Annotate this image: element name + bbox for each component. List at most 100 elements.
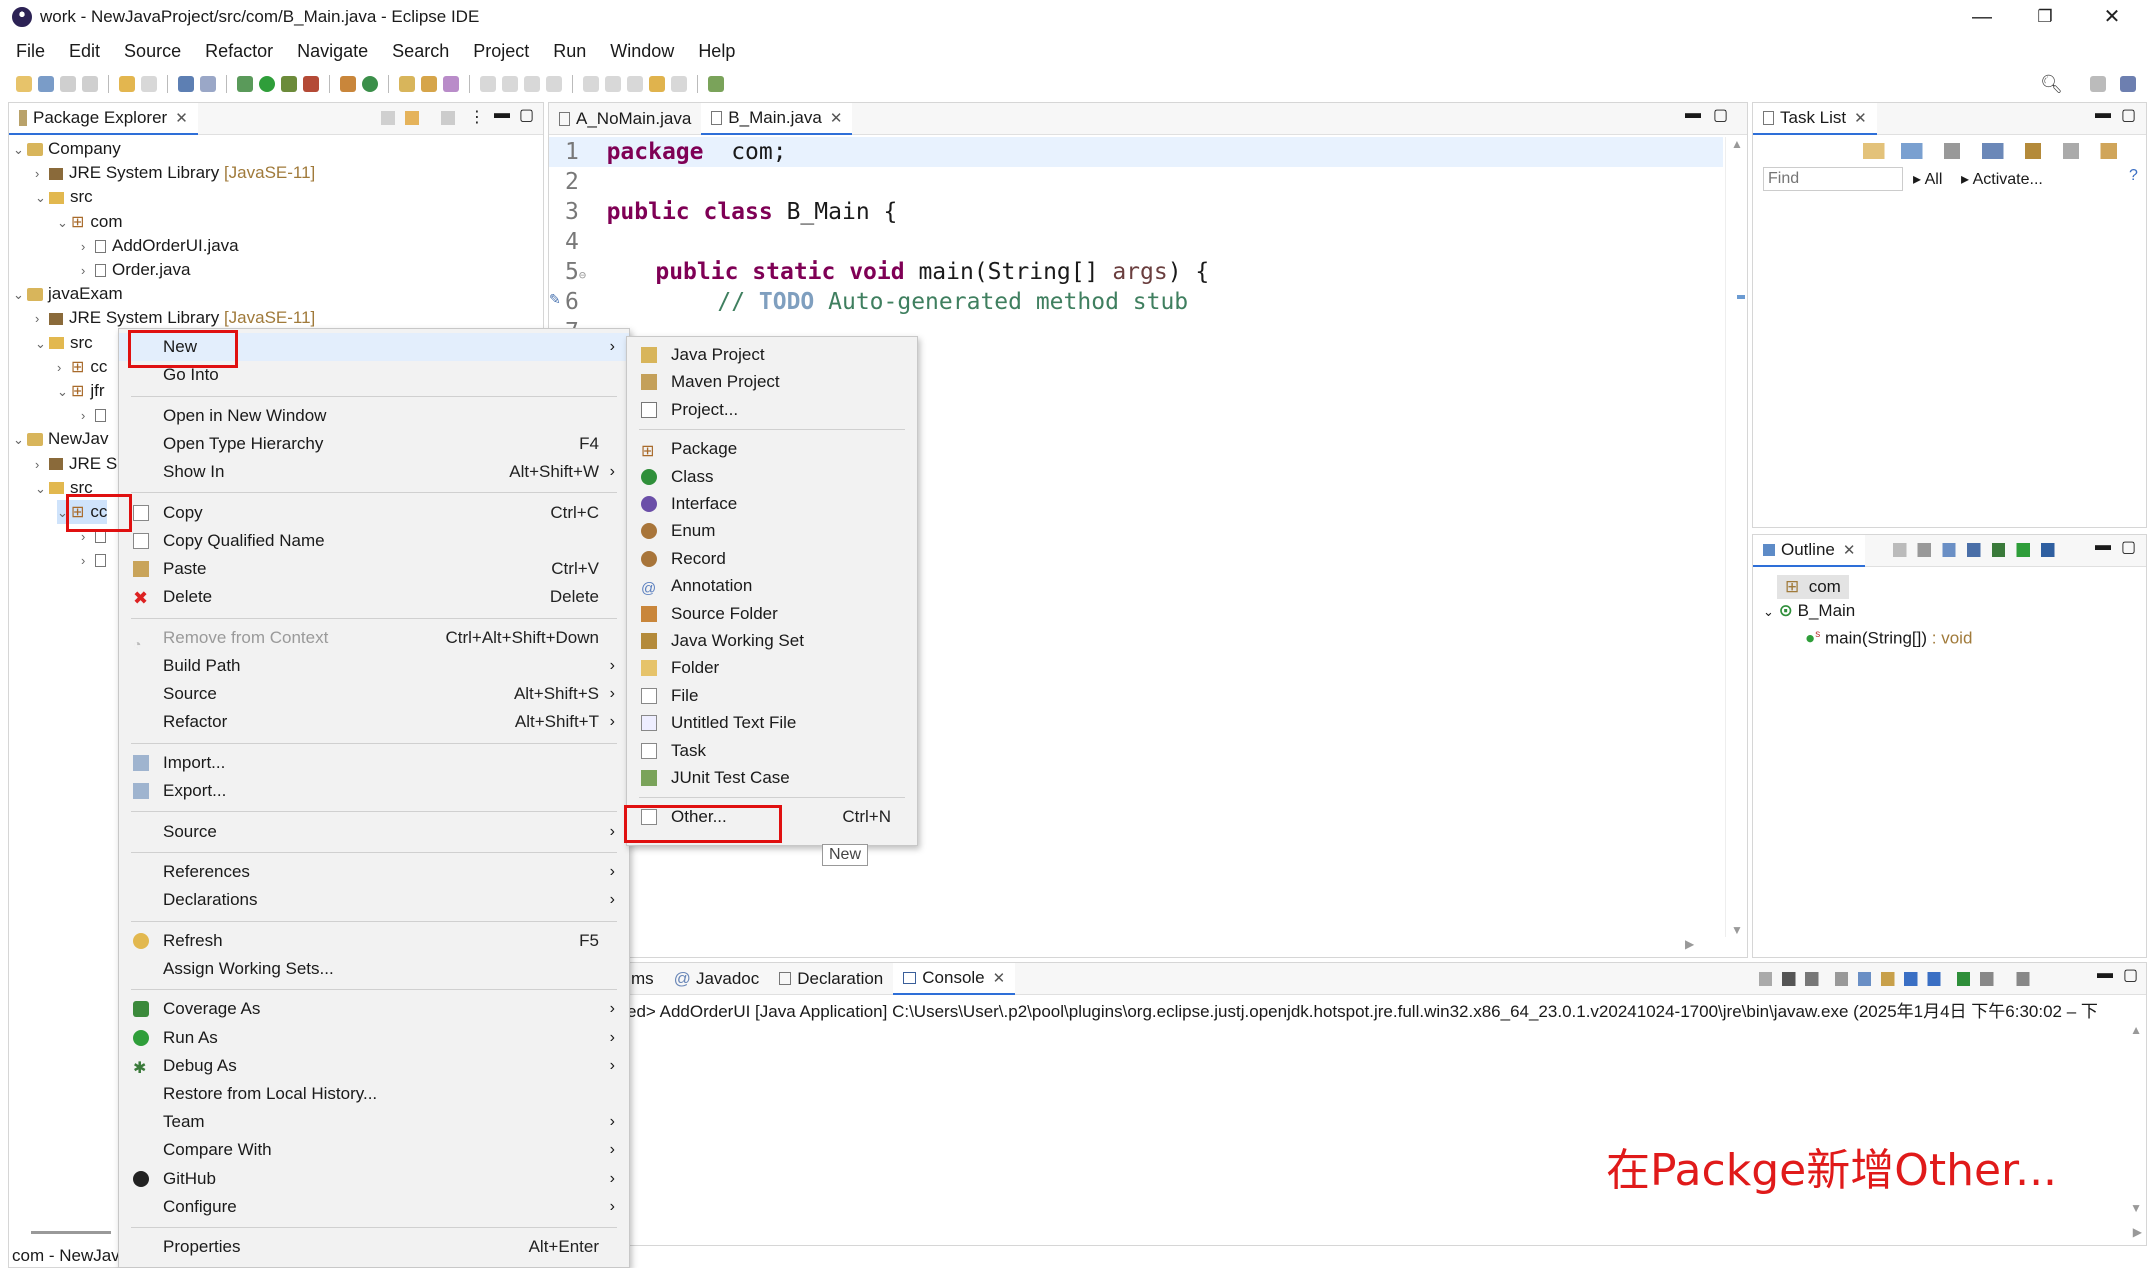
new-java-working-set[interactable]: Java Working Set xyxy=(627,627,917,655)
undo-icon[interactable] xyxy=(119,76,135,92)
tab-task-list[interactable]: Task List ✕ xyxy=(1753,102,1877,135)
new-package[interactable]: ⊞ Package xyxy=(627,435,917,463)
close-button[interactable]: ✕ xyxy=(2092,4,2132,30)
task-toolbar[interactable] xyxy=(1863,143,2133,159)
expand-icon[interactable]: › xyxy=(81,259,95,283)
task-activate-link[interactable]: ▸ Activate... xyxy=(1961,169,2043,189)
close-tab-icon[interactable]: ✕ xyxy=(1843,541,1856,559)
outline-item-method[interactable]: ●s main(String[]) : void xyxy=(1805,623,1972,648)
annotation-next-icon[interactable] xyxy=(480,76,496,92)
menu-file[interactable]: File xyxy=(16,41,45,62)
menu-help[interactable]: Help xyxy=(698,41,735,62)
minimize-button[interactable]: — xyxy=(1962,4,2002,30)
outline-item-package[interactable]: ⊞ com xyxy=(1777,575,1849,599)
menu-item-import[interactable]: Import... xyxy=(119,749,629,777)
expand-icon[interactable]: ⌄ xyxy=(35,477,49,501)
last-edit-icon[interactable] xyxy=(627,76,643,92)
menu-item-run-as[interactable]: Run As › xyxy=(119,1024,629,1052)
tree-item[interactable]: › ⊞ cc xyxy=(57,355,107,379)
maximize-view-icon[interactable]: ▢ xyxy=(2123,965,2138,985)
menu-item-copy-qualified-name[interactable]: Copy Qualified Name xyxy=(119,527,629,555)
tab-declaration[interactable]: Declaration xyxy=(769,963,893,995)
debug-icon[interactable] xyxy=(237,76,253,92)
menu-item-open-in-new-window[interactable]: Open in New Window xyxy=(119,402,629,430)
new-task[interactable]: Task xyxy=(627,737,917,765)
menu-item-paste[interactable]: Paste Ctrl+V xyxy=(119,555,629,583)
code-line[interactable]: 2 xyxy=(565,167,607,197)
menu-refactor[interactable]: Refactor xyxy=(205,41,273,62)
console-scroll-right-icon[interactable]: ▶ xyxy=(2133,1225,2142,1239)
expand-icon[interactable]: ⌄ xyxy=(13,428,27,452)
expand-icon[interactable]: ⌄ xyxy=(13,283,27,307)
menu-navigate[interactable]: Navigate xyxy=(297,41,368,62)
filter-icon[interactable] xyxy=(441,111,455,125)
forward-icon[interactable] xyxy=(671,76,687,92)
search-tool-icon[interactable] xyxy=(443,76,459,92)
expand-icon[interactable]: › xyxy=(35,162,49,186)
next-annotation-icon[interactable] xyxy=(583,76,599,92)
close-tab-icon[interactable]: ✕ xyxy=(993,969,1006,987)
show-whitespace-icon[interactable] xyxy=(546,76,562,92)
java-perspective-icon[interactable] xyxy=(2120,76,2136,92)
tab-b-main[interactable]: B_Main.java ✕ xyxy=(701,102,853,135)
menu-item-properties[interactable]: Properties Alt+Enter xyxy=(119,1233,629,1261)
tree-item[interactable]: › JRE System Library [JavaSE-11] xyxy=(35,161,315,185)
menu-item-refactor[interactable]: Refactor Alt+Shift+T › xyxy=(119,708,629,736)
console-scroll-down-icon[interactable]: ▼ xyxy=(2130,1201,2142,1215)
new-record[interactable]: Record xyxy=(627,545,917,573)
new-maven-project[interactable]: Maven Project xyxy=(627,368,917,396)
menu-item-compare-with[interactable]: Compare With › xyxy=(119,1136,629,1164)
code-line[interactable]: 4 xyxy=(565,227,607,257)
annotation-prev-icon[interactable] xyxy=(502,76,518,92)
back-icon[interactable] xyxy=(649,76,665,92)
menu-item-source[interactable]: Source Alt+Shift+S › xyxy=(119,680,629,708)
terminal-icon[interactable] xyxy=(178,76,194,92)
menu-item-source[interactable]: Source › xyxy=(119,818,629,846)
tree-item[interactable]: ⌄ javaExam xyxy=(13,282,123,306)
menu-item-coverage-as[interactable]: Coverage As › xyxy=(119,995,629,1023)
expand-icon[interactable]: › xyxy=(81,549,95,573)
menu-item-open-type-hierarchy[interactable]: Open Type Hierarchy F4 xyxy=(119,430,629,458)
new-file[interactable]: File xyxy=(627,682,917,710)
menu-edit[interactable]: Edit xyxy=(69,41,100,62)
close-tab-icon[interactable]: ✕ xyxy=(175,109,188,127)
tree-item[interactable]: ⌄ ⊞ jfr xyxy=(57,379,105,403)
minimize-view-icon[interactable]: ▬ xyxy=(494,105,510,123)
tree-item[interactable]: ⌄ NewJav xyxy=(13,427,108,451)
menu-run[interactable]: Run xyxy=(553,41,586,62)
new-project[interactable]: Project... xyxy=(627,396,917,424)
new-class[interactable]: Class xyxy=(627,463,917,491)
menu-window[interactable]: Window xyxy=(610,41,674,62)
maximize-view-icon[interactable]: ▢ xyxy=(2121,537,2136,557)
new-junit-test-case[interactable]: JUnit Test Case xyxy=(627,764,917,792)
new-class-icon[interactable] xyxy=(362,76,378,92)
help-icon[interactable]: ? xyxy=(2129,167,2138,185)
task-all-filter[interactable]: ▸ All xyxy=(1913,169,1942,189)
new-java-project[interactable]: Java Project xyxy=(627,341,917,369)
open-task-icon[interactable] xyxy=(421,76,437,92)
code-line[interactable]: 3 public class B_Main { xyxy=(565,197,897,227)
tree-item[interactable]: ⌄ ⊞ com xyxy=(57,210,123,234)
minimize-view-icon[interactable]: ▬ xyxy=(2095,105,2111,123)
tree-item[interactable]: ⌄ src xyxy=(35,331,93,355)
menu-item-restore-from-local-history[interactable]: Restore from Local History... xyxy=(119,1080,629,1108)
menu-item-build-path[interactable]: Build Path › xyxy=(119,652,629,680)
collapse-all-icon[interactable] xyxy=(381,111,395,125)
previous-annotation-icon[interactable] xyxy=(605,76,621,92)
tab-outline[interactable]: Outline ✕ xyxy=(1753,534,1866,567)
expand-icon[interactable]: ⌄ xyxy=(57,211,71,235)
tree-item[interactable]: ⌄ src xyxy=(35,185,93,209)
link-editor-icon[interactable] xyxy=(405,111,419,125)
code-line[interactable]: 6 // TODO Auto-generated method stub xyxy=(565,287,1188,317)
tab-a-nomain[interactable]: A_NoMain.java xyxy=(549,103,701,135)
menu-source[interactable]: Source xyxy=(124,41,181,62)
view-menu-icon[interactable]: ⋮ xyxy=(469,107,485,127)
expand-icon[interactable]: › xyxy=(35,307,49,331)
tab-console[interactable]: Console ✕ xyxy=(893,962,1016,995)
tree-item[interactable]: › JRE S xyxy=(35,452,117,476)
toggle-mark-icon[interactable] xyxy=(524,76,540,92)
maximize-view-icon[interactable]: ▢ xyxy=(519,105,534,125)
coverage-icon[interactable] xyxy=(281,76,297,92)
console-scroll-up-icon[interactable]: ▲ xyxy=(2130,1023,2142,1037)
horizontal-scrollbar[interactable] xyxy=(31,1231,111,1234)
